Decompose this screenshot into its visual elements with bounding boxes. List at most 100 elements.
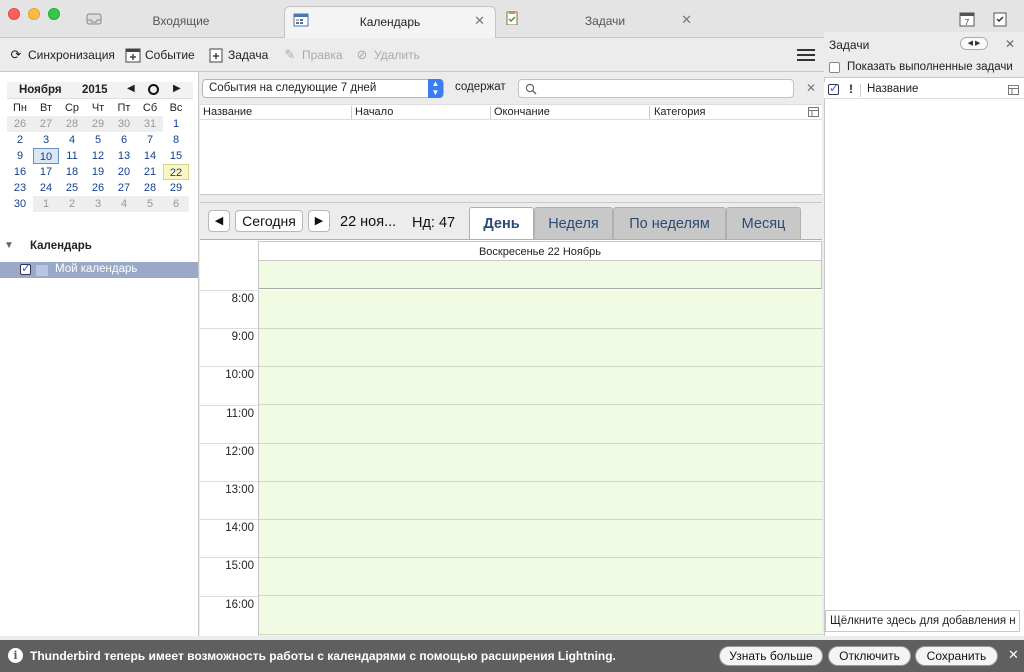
calendar-pane-icon[interactable]: 7 [959,11,975,27]
task-pane-icon[interactable] [992,11,1008,27]
menu-icon[interactable] [797,47,815,63]
minical-day[interactable]: 7 [137,132,163,148]
minical-day[interactable]: 13 [111,148,137,164]
close-pane-icon[interactable]: ✕ [1005,37,1015,51]
column-picker-icon[interactable] [1008,85,1019,95]
minimize-window-button[interactable] [28,8,40,20]
tab-tasks[interactable]: Задачи ✕ [500,6,710,38]
minical-day[interactable]: 6 [111,132,137,148]
minical-day[interactable]: 28 [59,116,85,132]
minical-day[interactable]: 15 [163,148,189,164]
tab-inbox[interactable]: Входящие [76,6,286,38]
minical-day[interactable]: 22 [163,164,189,180]
minical-day[interactable]: 31 [137,116,163,132]
minical-day[interactable]: 18 [59,164,85,180]
minical-month[interactable]: Ноября [19,84,62,96]
tab-multiweek[interactable]: По неделям [613,207,726,240]
minical-day[interactable]: 20 [111,164,137,180]
minical-day[interactable]: 3 [33,132,59,148]
time-grid[interactable] [258,290,823,636]
learn-more-button[interactable]: Узнать больше [719,646,823,666]
minical-day[interactable]: 1 [33,196,59,212]
calendar-checkbox[interactable]: ✓ [20,261,31,275]
event-list[interactable] [200,120,822,195]
prev-day-button[interactable]: ◀ [208,210,230,232]
minical-day[interactable]: 2 [59,196,85,212]
minical-day[interactable]: 12 [85,148,111,164]
minical-day[interactable]: 4 [111,196,137,212]
edit-button[interactable]: ✎ Правка [282,46,343,64]
zoom-window-button[interactable] [48,8,60,20]
minical-day[interactable]: 4 [59,132,85,148]
minical-day[interactable]: 27 [33,116,59,132]
minical-day[interactable]: 27 [111,180,137,196]
minical-year[interactable]: 2015 [82,84,108,96]
minical-day[interactable]: 28 [137,180,163,196]
quick-add-task-input[interactable]: Щёлкните здесь для добавления н [825,610,1020,632]
show-completed-checkbox[interactable] [829,62,840,73]
minical-day[interactable]: 26 [7,116,33,132]
minical-day[interactable]: 29 [163,180,189,196]
minical-day[interactable]: 2 [7,132,33,148]
minical-day[interactable]: 9 [7,148,33,164]
completed-column-icon[interactable]: ✓ [828,81,839,95]
calendar-list-item[interactable]: ✓ Мой календарь [0,261,198,278]
column-end[interactable]: Окончание [494,106,550,118]
column-start[interactable]: Начало [355,106,393,118]
calendar-list-header[interactable]: ▼ Календарь [4,240,194,256]
minical-day[interactable]: 21 [137,164,163,180]
tab-day[interactable]: День [469,207,534,240]
new-event-button[interactable]: Событие [125,46,195,64]
next-month-icon[interactable]: ▶ [173,83,181,94]
tab-calendar[interactable]: Календарь ✕ [284,6,496,38]
today-circle-icon[interactable] [148,84,159,95]
minical-day[interactable]: 26 [85,180,111,196]
collapse-triangle-icon[interactable]: ▼ [4,240,14,251]
minical-day[interactable]: 10 [33,148,59,164]
minical-day[interactable]: 24 [33,180,59,196]
minical-day[interactable]: 8 [163,132,189,148]
minical-day[interactable]: 19 [85,164,111,180]
all-day-row[interactable] [258,261,822,289]
pencil-icon: ✎ [284,47,296,62]
minical-day[interactable]: 29 [85,116,111,132]
priority-column-icon[interactable]: ! [849,82,853,96]
task-column-name[interactable]: Название [867,83,918,95]
delete-button[interactable]: ⊘ Удалить [354,46,420,64]
minical-day[interactable]: 11 [59,148,85,164]
column-picker-icon[interactable] [808,107,819,117]
minical-day[interactable]: 16 [7,164,33,180]
close-filter-icon[interactable]: ✕ [806,81,816,95]
pane-nav-arrows-icon[interactable]: ◀ ▶ [960,37,988,50]
column-category[interactable]: Категория [654,106,705,118]
new-task-button[interactable]: Задача [208,46,268,64]
prev-month-icon[interactable]: ◀ [127,83,135,94]
close-notification-icon[interactable]: ✕ [1008,647,1019,663]
event-filter-select[interactable]: События на следующие 7 дней ▲ ▼ [202,79,444,98]
minical-day[interactable]: 14 [137,148,163,164]
next-day-button[interactable]: ▶ [308,210,330,232]
close-tab-icon[interactable]: ✕ [681,12,692,28]
keep-button[interactable]: Сохранить [915,646,998,666]
sync-button[interactable]: ⟳ Синхронизация [8,46,115,64]
minical-day[interactable]: 30 [7,196,33,212]
minical-day[interactable]: 23 [7,180,33,196]
event-search-input[interactable] [518,79,794,98]
column-name[interactable]: Название [203,106,252,118]
minical-day[interactable]: 1 [163,116,189,132]
minical-day[interactable]: 3 [85,196,111,212]
close-window-button[interactable] [8,8,20,20]
minical-day[interactable]: 25 [59,180,85,196]
minical-day[interactable]: 30 [111,116,137,132]
minical-day[interactable]: 17 [33,164,59,180]
today-button[interactable]: Сегодня [235,210,303,232]
minical-day[interactable]: 5 [85,132,111,148]
minical-day[interactable]: 6 [163,196,189,212]
tab-week[interactable]: Неделя [534,207,613,240]
day-header[interactable]: Воскресенье 22 Ноябрь [258,241,822,261]
disable-button[interactable]: Отключить [828,646,911,666]
minical-day[interactable]: 5 [137,196,163,212]
pane-splitter[interactable] [200,195,822,203]
close-tab-icon[interactable]: ✕ [474,13,485,29]
tab-month[interactable]: Месяц [726,207,801,240]
